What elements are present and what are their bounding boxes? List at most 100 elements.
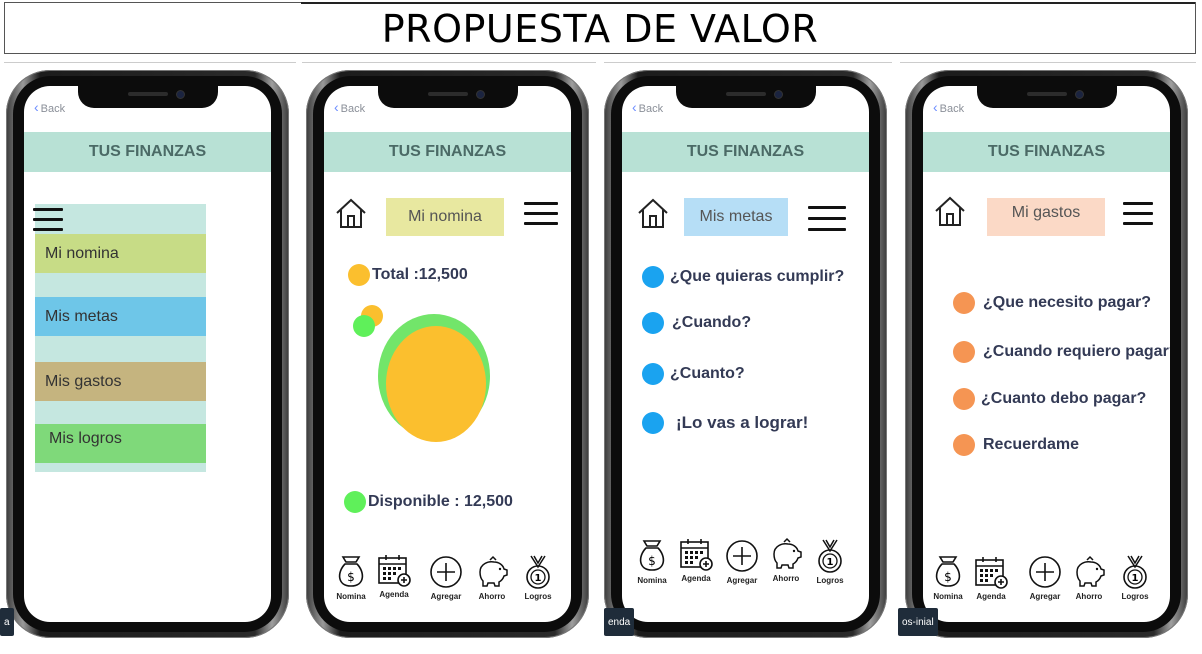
edge-tag: enda [604,608,635,636]
menu-item-gastos[interactable]: Mis gastos [35,362,206,401]
piggy-bank-icon [1076,555,1105,587]
expense-item[interactable]: Recuerdame [953,434,1079,456]
app-header-title: TUS FINANZAS [88,143,207,160]
bullet-dot [953,341,975,363]
expense-item[interactable]: ¿Que necesito pagar? [953,292,1151,314]
chevron-left-icon: ‹ [34,99,39,115]
back-button[interactable]: ‹ Back [632,99,663,115]
bullet-dot [642,266,664,288]
svg-text:1: 1 [535,573,542,584]
back-button[interactable]: ‹ Back [34,99,65,115]
bullet-dot [642,363,664,385]
tab-agenda[interactable]: Agenda [372,552,416,599]
money-bag-icon: $ [935,556,961,587]
tab-ahorro[interactable]: Ahorro [470,554,514,601]
section-label: Mis metas [684,198,788,236]
home-icon[interactable] [334,196,368,230]
total-dot [348,264,370,286]
divider [4,62,296,63]
tab-logros[interactable]: 1 Logros [516,554,560,601]
bullet-dot [953,292,975,314]
app-header: TUS FINANZAS [622,132,869,172]
app-header-title: TUS FINANZAS [987,143,1106,160]
tab-logros[interactable]: 1 Logros [1113,554,1157,601]
tab-nomina[interactable]: $ Nomina [329,554,373,601]
available-label: Disponible : 12,500 [368,493,513,510]
phone-notch [377,86,518,108]
phone-mockup-gastos: ‹ Back TUS FINANZAS Mi gastos ¿Que necesi… [905,70,1188,638]
phone-screen: ‹ Back TUS FINANZAS Mi gastos ¿Que necesi… [923,86,1170,622]
tab-ahorro[interactable]: Ahorro [764,536,808,583]
bullet-dot [642,412,664,434]
available-row: Disponible : 12,500 [344,491,513,513]
available-dot [344,491,366,513]
goal-item[interactable]: ¡Lo vas a lograr! [642,412,808,434]
app-header: TUS FINANZAS [24,132,271,172]
tab-logros[interactable]: 1 Logros [808,538,852,585]
app-header: TUS FINANZAS [324,132,571,172]
edge-tag: os-inial [898,608,938,636]
balance-chart [353,305,490,442]
medal-icon: 1 [1123,555,1147,589]
menu-item-nomina[interactable]: Mi nomina [35,234,206,273]
menu-item-logros[interactable]: Mis logros [35,424,206,463]
tab-agenda[interactable]: Agenda [969,554,1013,601]
expense-item[interactable]: ¿Cuando requiero pagar? [953,341,1170,363]
bullet-dot [953,388,975,410]
chevron-left-icon: ‹ [632,99,637,115]
phone-notch [976,86,1117,108]
tab-bar: $ Nomina Agenda Agregar Ahorro 1 Logros [622,536,869,598]
app-header-title: TUS FINANZAS [388,143,507,160]
tab-agregar[interactable]: Agregar [720,538,764,585]
money-bag-icon: $ [639,540,665,571]
tab-bar: $ Nomina Agenda Agregar Ahorro 1 Logros [324,554,571,614]
money-bag-icon: $ [338,556,364,587]
chevron-left-icon: ‹ [933,99,938,115]
hamburger-menu-icon[interactable] [808,206,846,231]
hamburger-menu-icon[interactable] [33,208,63,231]
tab-agenda[interactable]: Agenda [674,536,718,583]
phone-mockup-metas: ‹ Back TUS FINANZAS Mis metas ¿Que quiera… [604,70,887,638]
chevron-left-icon: ‹ [334,99,339,115]
phone-notch [675,86,816,108]
app-header-title: TUS FINANZAS [686,143,805,160]
expense-item[interactable]: ¿Cuanto debo pagar? [953,388,1146,410]
hamburger-menu-icon[interactable] [1123,202,1153,225]
back-button[interactable]: ‹ Back [933,99,964,115]
svg-text:1: 1 [827,557,834,568]
menu-item-metas[interactable]: Mis metas [35,297,206,336]
tab-nomina[interactable]: $ Nomina [630,538,674,585]
total-ellipse [386,326,486,442]
back-button[interactable]: ‹ Back [334,99,365,115]
goal-item[interactable]: ¿Que quieras cumplir? [642,266,844,288]
svg-text:$: $ [648,554,656,568]
tab-agregar[interactable]: Agregar [1023,554,1067,601]
side-menu: Mi nomina Mis metas Mis gastos Mis logro… [33,204,206,472]
total-label: Total :12,500 [372,266,468,283]
home-icon[interactable] [933,194,967,228]
piggy-bank-icon [773,537,802,569]
hamburger-menu-icon[interactable] [524,202,558,225]
tab-bar: $ Nomina Agenda Agregar Ahorro 1 Logros [923,554,1170,614]
total-row: Total :12,500 [348,264,468,286]
tab-ahorro[interactable]: Ahorro [1067,554,1111,601]
title-top-rule [301,2,1195,4]
bullet-dot [642,312,664,334]
phone-screen: ‹ Back TUS FINANZAS Mi nomina Mis metas M… [24,86,271,622]
plus-circle-icon [1029,556,1061,588]
tab-agregar[interactable]: Agregar [424,554,468,601]
calendar-add-icon [680,539,713,571]
divider [302,62,596,63]
goal-item[interactable]: ¿Cuando? [642,312,751,334]
home-icon[interactable] [636,196,670,230]
page-title-box: PROPUESTA DE VALOR [4,2,1196,54]
phone-screen: ‹ Back TUS FINANZAS Mis metas ¿Que quiera… [622,86,869,622]
goal-item[interactable]: ¿Cuanto? [642,363,745,385]
page-title: PROPUESTA DE VALOR [381,7,819,51]
section-label: Mi gastos [987,198,1105,236]
plus-circle-icon [726,540,758,572]
edge-tag: a [0,608,14,636]
tab-nomina[interactable]: $ Nomina [926,554,970,601]
svg-text:$: $ [347,570,355,584]
phone-mockup-nomina: ‹ Back TUS FINANZAS Mi nomina Total :12,5… [306,70,589,638]
